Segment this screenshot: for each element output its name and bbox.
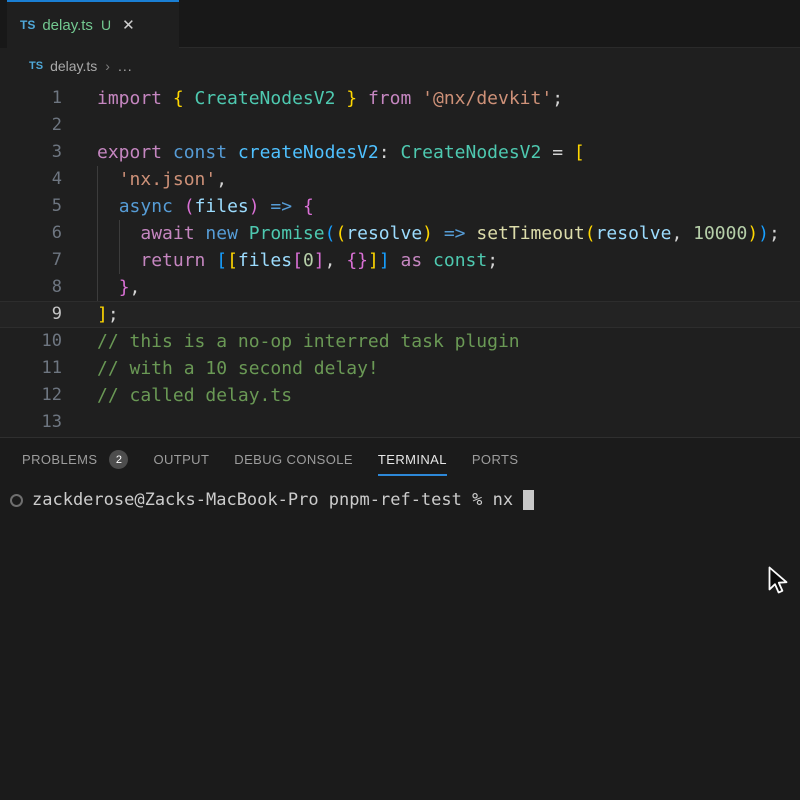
line-number: 10: [0, 328, 62, 355]
close-icon[interactable]: ✕: [122, 16, 135, 34]
vscode-window: TS delay.ts U ✕ TS delay.ts › ... 1impor…: [0, 0, 800, 800]
code-line[interactable]: 5 async (files) => {: [0, 193, 800, 220]
panel-tab-label: TERMINAL: [378, 452, 447, 467]
code-line[interactable]: 11// with a 10 second delay!: [0, 355, 800, 382]
panel-tab-label: PROBLEMS: [22, 452, 97, 467]
code-line[interactable]: 10// this is a no-op interred task plugi…: [0, 328, 800, 355]
code-text: return [[files[0], {}]] as const;: [62, 247, 498, 274]
line-number: 3: [0, 139, 62, 166]
line-number: 6: [0, 220, 62, 247]
code-editor[interactable]: 1import { CreateNodesV2 } from '@nx/devk…: [0, 84, 800, 437]
code-line[interactable]: 1import { CreateNodesV2 } from '@nx/devk…: [0, 85, 800, 112]
indent-guide: [97, 247, 98, 274]
indent-guide: [97, 220, 98, 247]
code-text: // called delay.ts: [62, 382, 292, 409]
code-text: await new Promise((resolve) => setTimeou…: [62, 220, 780, 247]
code-line[interactable]: 8 },: [0, 274, 800, 301]
terminal-command-circle-icon: [10, 494, 23, 507]
breadcrumb-symbol[interactable]: ...: [118, 58, 133, 74]
code-line[interactable]: 7 return [[files[0], {}]] as const;: [0, 247, 800, 274]
code-line[interactable]: 4 'nx.json',: [0, 166, 800, 193]
terminal-command: nx: [493, 490, 513, 510]
line-number: 9: [0, 301, 62, 328]
line-number: 1: [0, 85, 62, 112]
panel-tab-ports[interactable]: PORTS: [472, 438, 519, 481]
indent-guide: [119, 247, 120, 274]
code-text: [62, 112, 97, 139]
indent-guide: [119, 220, 120, 247]
code-text: async (files) => {: [62, 193, 314, 220]
line-number: 11: [0, 355, 62, 382]
code-line[interactable]: 12// called delay.ts: [0, 382, 800, 409]
line-number: 12: [0, 382, 62, 409]
code-line[interactable]: 9];: [0, 301, 800, 328]
editor-tab-bar: TS delay.ts U ✕: [0, 0, 800, 48]
code-text: export const createNodesV2: CreateNodesV…: [62, 139, 585, 166]
code-text: ];: [62, 301, 119, 328]
panel-tab-terminal[interactable]: TERMINAL: [378, 438, 447, 481]
bottom-panel: PROBLEMS 2 OUTPUT DEBUG CONSOLE TERMINAL PORT…: [0, 437, 800, 800]
panel-tab-label: DEBUG CONSOLE: [234, 452, 353, 467]
line-number: 4: [0, 166, 62, 193]
code-line[interactable]: 6 await new Promise((resolve) => setTime…: [0, 220, 800, 247]
typescript-file-icon: TS: [29, 60, 43, 72]
code-text: // this is a no-op interred task plugin: [62, 328, 520, 355]
line-number: 2: [0, 112, 62, 139]
indent-guide: [97, 193, 98, 220]
breadcrumb-file[interactable]: delay.ts: [50, 58, 97, 74]
terminal-prompt-line: zackderose@Zacks-MacBook-Pro pnpm-ref-te…: [10, 488, 800, 512]
line-number: 7: [0, 247, 62, 274]
code-text: [62, 409, 97, 436]
panel-tabs: PROBLEMS 2 OUTPUT DEBUG CONSOLE TERMINAL PORT…: [0, 438, 800, 481]
panel-tab-problems[interactable]: PROBLEMS 2: [22, 438, 128, 481]
tab-title: delay.ts: [42, 17, 93, 34]
panel-tab-label: PORTS: [472, 452, 519, 467]
line-number: 8: [0, 274, 62, 301]
line-number: 13: [0, 409, 62, 436]
panel-tab-debug-console[interactable]: DEBUG CONSOLE: [234, 438, 353, 481]
indent-guide: [97, 166, 98, 193]
code-text: 'nx.json',: [62, 166, 227, 193]
git-status-badge: U: [101, 17, 111, 33]
indent-guide: [97, 274, 98, 301]
terminal-prompt: zackderose@Zacks-MacBook-Pro pnpm-ref-te…: [32, 490, 482, 510]
code-line[interactable]: 2: [0, 112, 800, 139]
code-line[interactable]: 3export const createNodesV2: CreateNodes…: [0, 139, 800, 166]
terminal-cursor: [523, 490, 534, 510]
code-line[interactable]: 13: [0, 409, 800, 436]
code-text: },: [62, 274, 140, 301]
line-number: 5: [0, 193, 62, 220]
panel-tab-output[interactable]: OUTPUT: [153, 438, 209, 481]
editor-lines: 1import { CreateNodesV2 } from '@nx/devk…: [0, 85, 800, 436]
problems-count-badge: 2: [109, 450, 128, 469]
tab-delay-ts[interactable]: TS delay.ts U ✕: [7, 0, 179, 48]
code-text: // with a 10 second delay!: [62, 355, 379, 382]
code-text: import { CreateNodesV2 } from '@nx/devki…: [62, 85, 563, 112]
breadcrumb: TS delay.ts › ...: [0, 48, 800, 84]
chevron-right-icon: ›: [105, 58, 110, 74]
terminal[interactable]: zackderose@Zacks-MacBook-Pro pnpm-ref-te…: [0, 481, 800, 512]
typescript-file-icon: TS: [20, 18, 35, 32]
panel-tab-label: OUTPUT: [153, 452, 209, 467]
